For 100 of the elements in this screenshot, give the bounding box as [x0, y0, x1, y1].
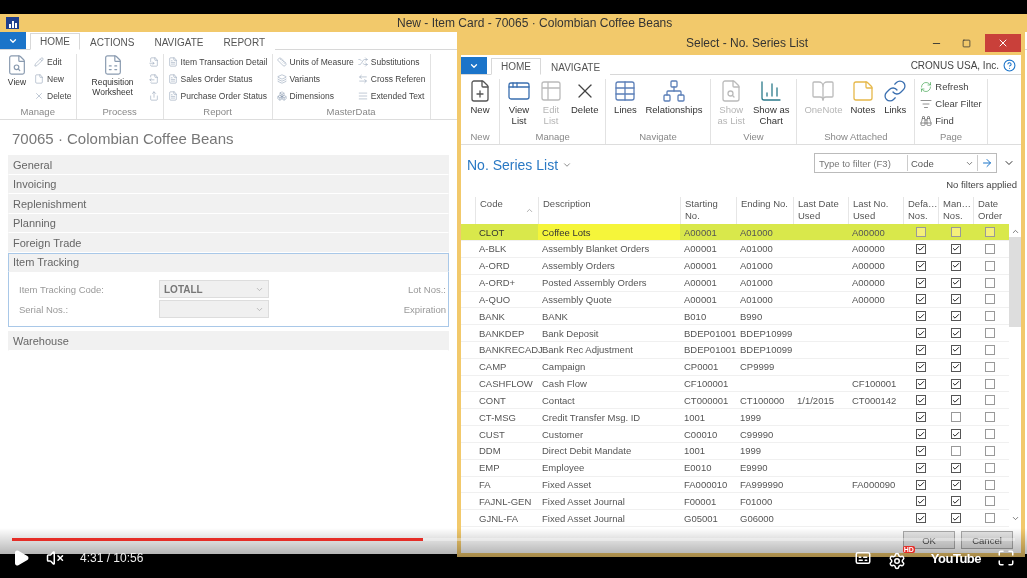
ribbon-tab[interactable]: HOME [30, 33, 80, 50]
checkbox[interactable] [950, 479, 961, 490]
checkbox[interactable] [915, 260, 926, 271]
table-row[interactable]: CLOT Coffee Lots A00001 A01000 A00000 [461, 224, 1009, 241]
checkbox[interactable] [915, 328, 926, 339]
ribbon-tab[interactable]: HOME [491, 58, 541, 75]
ribbon-button[interactable]: Sales Order Status [167, 71, 268, 86]
table-row[interactable]: CT-MSG Credit Transfer Msg. ID 1001 1999 [461, 409, 1009, 427]
ribbon-button[interactable]: Substitutions [357, 54, 426, 69]
ribbon-button[interactable]: Units of Measure [276, 54, 354, 69]
ribbon-button[interactable]: Dimensions [276, 88, 354, 103]
checkbox[interactable] [984, 479, 995, 490]
table-row[interactable]: A-BLK Assembly Blanket Orders A00001 A01000 A00000 [461, 241, 1009, 258]
fasttab-header[interactable]: Invoicing [8, 174, 449, 194]
fasttab-header[interactable]: Planning [8, 213, 449, 233]
fullscreen-icon[interactable] [997, 549, 1015, 567]
table-row[interactable]: FAJNL-GEN Fixed Asset Journal F00001 F01000 [461, 493, 1009, 511]
ribbon-button[interactable]: Purchase Order Status [167, 88, 268, 103]
table-row[interactable]: BANKDEP Bank Deposit BDEP01001 BDEP10999 [461, 325, 1009, 342]
select-field[interactable] [159, 300, 269, 318]
checkbox[interactable] [915, 462, 926, 473]
fasttab-header[interactable]: General [8, 155, 449, 175]
list-title[interactable]: No. Series List [467, 153, 573, 173]
checkbox[interactable] [915, 378, 926, 389]
checkbox[interactable] [915, 479, 926, 490]
ribbon-button[interactable]: Notes [848, 79, 878, 116]
checkbox[interactable] [950, 328, 961, 339]
ribbon-button[interactable]: Links [881, 79, 910, 116]
ribbon-button[interactable]: Edit [34, 54, 72, 69]
checkbox[interactable] [984, 378, 995, 389]
checkbox[interactable] [984, 445, 995, 456]
captions-icon[interactable] [853, 549, 872, 567]
checkbox[interactable] [984, 361, 995, 372]
mute-icon[interactable] [46, 549, 64, 567]
fasttab-header[interactable]: Warehouse [8, 331, 449, 351]
checkbox[interactable] [950, 361, 961, 372]
checkbox[interactable] [950, 378, 961, 389]
select-field[interactable]: LOTALL [159, 280, 269, 298]
checkbox[interactable] [950, 412, 961, 423]
checkbox[interactable] [950, 429, 961, 440]
checkbox[interactable] [984, 513, 995, 524]
checkbox[interactable] [915, 311, 926, 322]
fasttab-header[interactable]: Replenishment [8, 194, 449, 214]
checkbox[interactable] [950, 260, 961, 271]
checkbox[interactable] [915, 243, 926, 254]
ribbon-button[interactable]: Show as Chart [751, 79, 792, 127]
ribbon-button[interactable]: Variants [276, 71, 354, 86]
help-icon[interactable] [1003, 59, 1016, 72]
table-row[interactable]: CONT Contact CT000001 CT100000 1/1/2015 CT000142 [461, 392, 1009, 410]
scroll-up-icon[interactable] [1010, 227, 1020, 236]
checkbox[interactable] [984, 227, 995, 238]
checkbox[interactable] [950, 445, 961, 456]
checkbox[interactable] [984, 260, 995, 271]
checkbox[interactable] [915, 227, 926, 238]
ribbon-button[interactable]: Refresh [920, 79, 982, 94]
checkbox[interactable] [915, 445, 926, 456]
checkbox[interactable] [915, 294, 926, 305]
table-row[interactable]: CUST Customer C00010 C99990 [461, 426, 1009, 443]
ribbon-button[interactable]: Delete [34, 88, 72, 103]
ribbon-button[interactable]: New [34, 71, 72, 86]
menu-button[interactable] [461, 57, 487, 74]
checkbox[interactable] [984, 462, 995, 473]
checkbox[interactable] [915, 277, 926, 288]
fasttab-header[interactable]: Item Tracking [8, 252, 449, 272]
fasttab-header[interactable]: Foreign Trade [8, 233, 449, 253]
checkbox[interactable] [950, 344, 961, 355]
checkbox[interactable] [915, 344, 926, 355]
checkbox[interactable] [950, 496, 961, 507]
checkbox[interactable] [950, 311, 961, 322]
ribbon-button[interactable]: New [466, 79, 494, 116]
dialog-button[interactable]: Cancel [961, 531, 1013, 549]
checkbox[interactable] [915, 429, 926, 440]
ribbon-button[interactable]: Clear Filter [920, 96, 982, 111]
checkbox[interactable] [984, 294, 995, 305]
checkbox[interactable] [950, 395, 961, 406]
filter-box[interactable]: Type to filter (F3) Code [814, 153, 997, 173]
menu-button[interactable] [0, 32, 26, 49]
ribbon-button[interactable]: Extended Text [357, 88, 426, 103]
checkbox[interactable] [950, 462, 961, 473]
play-icon[interactable] [12, 549, 30, 567]
checkbox[interactable] [950, 243, 961, 254]
ribbon-button[interactable]: Delete [569, 79, 601, 116]
checkbox[interactable] [984, 496, 995, 507]
ribbon-button[interactable]: Find [920, 113, 982, 128]
checkbox[interactable] [984, 344, 995, 355]
ribbon-button[interactable]: View [4, 54, 30, 88]
checkbox[interactable] [984, 412, 995, 423]
checkbox[interactable] [984, 328, 995, 339]
table-row[interactable]: BANK BANK B010 B990 [461, 308, 1009, 326]
checkbox[interactable] [915, 496, 926, 507]
checkbox[interactable] [915, 513, 926, 524]
ribbon-button[interactable]: Lines [611, 79, 640, 116]
checkbox[interactable] [915, 361, 926, 372]
scroll-down-icon[interactable] [1010, 514, 1020, 523]
ribbon-button[interactable]: Requisition Worksheet [80, 54, 145, 98]
checkbox[interactable] [950, 277, 961, 288]
ribbon-button[interactable]: View List [505, 79, 533, 127]
ribbon-button[interactable]: Item Transaction Detail [167, 54, 268, 69]
ribbon-button[interactable]: Cross Referen [357, 71, 426, 86]
checkbox[interactable] [915, 412, 926, 423]
